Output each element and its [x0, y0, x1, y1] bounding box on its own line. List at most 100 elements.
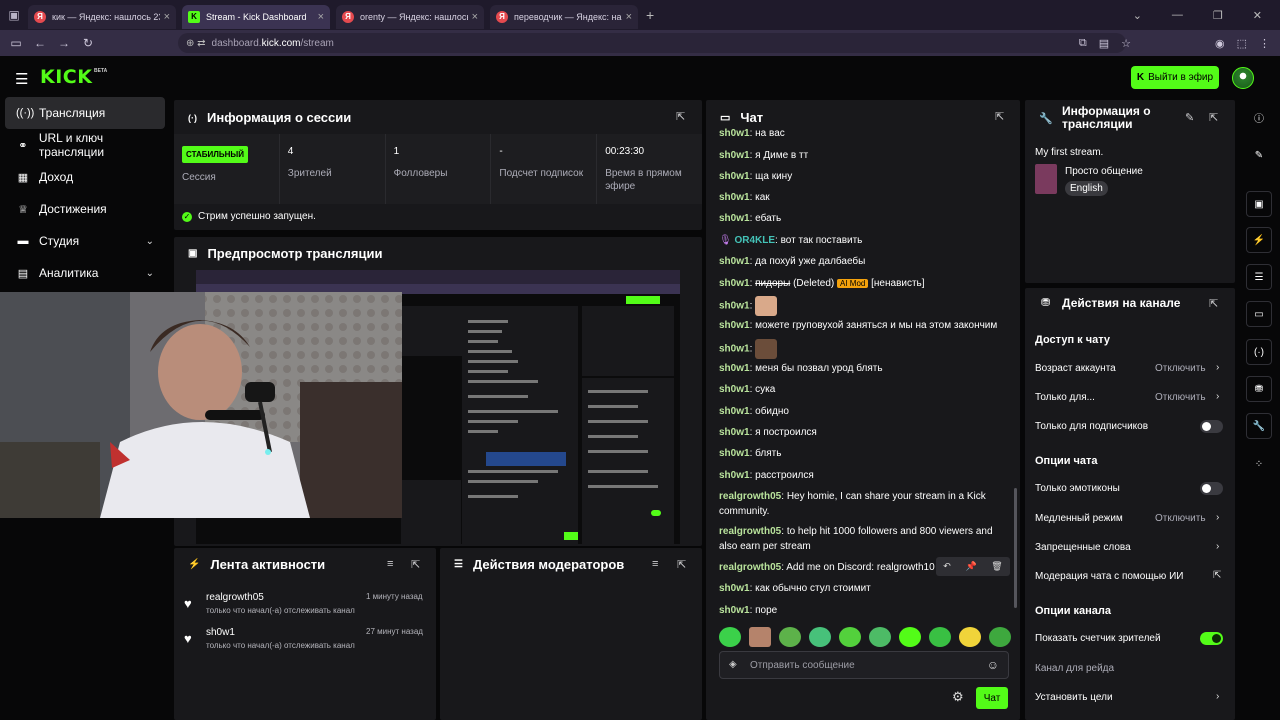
broadcast-panel-icon[interactable]: (·) — [1246, 339, 1272, 365]
close-tab-icon[interactable]: × — [472, 11, 478, 23]
beta-label: BETA — [94, 68, 108, 74]
sidebar-item-url-key[interactable]: ⚭ URL и ключ трансляции — [0, 129, 170, 161]
chat-settings-gear-icon[interactable]: ⚙ — [952, 689, 964, 705]
slow-mode-setting[interactable]: Медленный режим — [1035, 513, 1123, 524]
browser-tab[interactable]: Япереводчик — Яндекс: нашлось× — [490, 4, 638, 29]
channel-actions-panel-icon[interactable]: ⛃ — [1246, 376, 1272, 402]
chevron-right-icon[interactable]: › — [1216, 391, 1219, 402]
close-tab-icon[interactable]: × — [318, 11, 324, 23]
sidebar-item-revenue[interactable]: ▦ Доход — [0, 161, 170, 193]
set-goals-setting[interactable]: Установить цели — [1035, 692, 1113, 703]
subs-only-toggle[interactable] — [1200, 420, 1223, 433]
emote-icon[interactable] — [899, 627, 921, 647]
reload-icon[interactable]: ↻ — [76, 36, 100, 50]
forward-icon[interactable]: → — [52, 36, 76, 50]
hamburger-menu-icon[interactable]: ☰ — [15, 70, 28, 88]
sidebar-toggle-icon[interactable]: ▭ — [4, 36, 28, 50]
channel-actions-panel: ⛃ Действия на канале ⇱ — [1025, 288, 1235, 720]
emote-icon[interactable] — [929, 627, 951, 647]
chat-scrollbar[interactable] — [1014, 488, 1017, 608]
popout-icon[interactable]: ⇱ — [411, 558, 420, 571]
sidebar-item-stream[interactable]: ((·)) Трансляция — [5, 97, 165, 129]
category-thumbnail[interactable] — [1035, 164, 1057, 194]
profile-icon[interactable]: ◉ — [1215, 37, 1225, 50]
emote-icon[interactable] — [809, 627, 831, 647]
chevron-right-icon[interactable]: › — [1216, 512, 1219, 523]
filter-icon[interactable]: ≡ — [387, 558, 393, 570]
send-chat-button[interactable]: Чат — [976, 687, 1008, 709]
preview-icon: ▣ — [188, 248, 198, 259]
kick-logo[interactable]: KICK — [40, 66, 92, 88]
emote-icon[interactable] — [959, 627, 981, 647]
site-info-icon[interactable]: ⊕ ⇄ — [186, 38, 206, 49]
minimize-icon[interactable]: — — [1172, 9, 1183, 21]
sidebar-item-analytics[interactable]: ▤ Аналитика ⌄ — [0, 257, 170, 289]
banned-words-setting[interactable]: Запрещенные слова — [1035, 542, 1131, 553]
chat-input[interactable]: ◈ Отправить сообщение ☺ — [719, 651, 1009, 679]
emote-icon[interactable] — [839, 627, 861, 647]
browser-tab-active[interactable]: K Stream - Kick Dashboard × — [182, 4, 330, 29]
info-icon[interactable]: ⓘ — [1246, 104, 1272, 130]
bookmark-icon[interactable]: ☆ — [1121, 37, 1131, 50]
go-live-button[interactable]: K Выйти в эфир — [1131, 66, 1219, 89]
filter-icon[interactable]: ≡ — [652, 558, 658, 570]
restore-icon[interactable]: ❐ — [1213, 9, 1223, 22]
edit-icon[interactable]: ✎ — [1246, 142, 1272, 168]
list-icon: ☰ — [454, 559, 463, 570]
emote-icon[interactable] — [719, 627, 741, 647]
popout-icon[interactable]: ⇱ — [676, 110, 685, 123]
emote-icon[interactable] — [779, 627, 801, 647]
viewer-count-toggle[interactable] — [1200, 632, 1223, 645]
chevron-right-icon[interactable]: › — [1216, 541, 1219, 552]
account-age-setting[interactable]: Возраст аккаунта — [1035, 363, 1116, 374]
emote-icon[interactable] — [869, 627, 891, 647]
tab-actions-icon[interactable]: ▣ — [0, 0, 28, 30]
browser-tab[interactable]: Яorenty — Яндекс: нашлось 2 тыс× — [336, 4, 484, 29]
raid-channel-setting[interactable]: Канал для рейда — [1035, 663, 1114, 674]
webcam-overlay — [0, 292, 402, 518]
lightning-icon: ⚡ — [188, 559, 201, 570]
popout-icon[interactable]: ⇱ — [1209, 297, 1218, 310]
activity-panel-icon[interactable]: ⚡ — [1246, 227, 1272, 253]
only-for-setting[interactable]: Только для... — [1035, 392, 1095, 403]
emote-icon[interactable] — [989, 627, 1011, 647]
session-panel-icon[interactable]: ▣ — [1246, 191, 1272, 217]
wrench-panel-icon[interactable]: 🔧 — [1246, 413, 1272, 439]
edit-icon[interactable]: ✎ — [1185, 111, 1194, 124]
emotes-only-toggle[interactable] — [1200, 482, 1223, 495]
chat-panel-icon[interactable]: ▭ — [1246, 301, 1272, 327]
chevron-right-icon[interactable]: › — [1216, 691, 1219, 702]
mod-panel-icon[interactable]: ☰ — [1246, 264, 1272, 290]
popout-icon[interactable]: ⇱ — [995, 110, 1004, 123]
sidebar-item-achievements[interactable]: ♕ Достижения — [0, 193, 170, 225]
external-link-icon[interactable]: ⇱ — [1213, 570, 1221, 581]
address-bar[interactable]: ⊕ ⇄ dashboard. kick.com/stream — [178, 33, 1126, 53]
tab-list-icon[interactable]: ⌄ — [1133, 9, 1142, 22]
sidebar-item-studio[interactable]: ▬ Студия ⌄ — [0, 225, 170, 257]
ai-moderation-setting[interactable]: Модерация чата с помощью ИИ — [1035, 571, 1183, 582]
browser-tab[interactable]: Якик — Яндекс: нашлось 236 тыс× — [28, 4, 176, 29]
screenshot-icon[interactable]: ⧉ — [1079, 37, 1087, 50]
close-tab-icon[interactable]: × — [164, 11, 170, 23]
popout-icon[interactable]: ⇱ — [677, 558, 686, 571]
chat-message: sh0w1: поре — [719, 605, 778, 616]
chevron-right-icon[interactable]: › — [1216, 362, 1219, 373]
check-icon: ✓ — [182, 211, 192, 222]
close-tab-icon[interactable]: × — [626, 11, 632, 23]
reader-icon[interactable]: ▤ — [1099, 37, 1109, 50]
menu-icon[interactable]: ⋮ — [1259, 37, 1270, 50]
new-tab-icon[interactable]: + — [646, 7, 654, 23]
reply-icon[interactable]: ↶ — [943, 561, 951, 572]
trophy-icon: ♕ — [18, 203, 28, 216]
delete-icon[interactable]: 🗑 — [991, 561, 1002, 572]
popout-icon[interactable]: ⇱ — [1209, 111, 1218, 124]
emote-icon[interactable] — [749, 627, 771, 647]
pin-icon[interactable]: 📌 — [965, 561, 976, 572]
emoji-icon[interactable]: ☺ — [987, 658, 999, 672]
more-widgets-icon[interactable]: ⁘ — [1246, 451, 1272, 477]
user-avatar[interactable] — [1232, 67, 1254, 89]
close-window-icon[interactable]: ✕ — [1253, 9, 1262, 22]
extensions-icon[interactable]: ⬚ — [1237, 37, 1247, 50]
back-icon[interactable]: ← — [28, 36, 52, 50]
shield-icon[interactable]: ◈ — [729, 659, 737, 670]
